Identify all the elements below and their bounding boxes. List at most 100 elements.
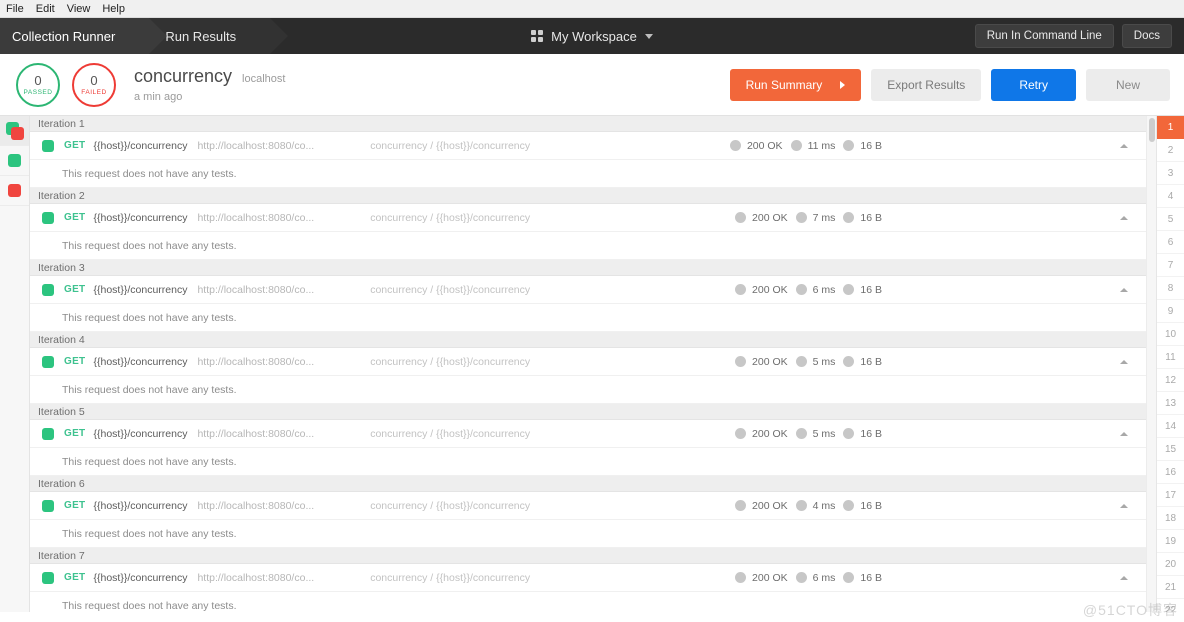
iteration-index-item[interactable]: 8 bbox=[1157, 277, 1184, 300]
request-row[interactable]: GET {{host}}/concurrency http://localhost:… bbox=[30, 348, 1146, 376]
request-method: GET bbox=[64, 212, 86, 223]
request-url: http://localhost:8080/co... bbox=[197, 571, 315, 584]
iteration-index-item[interactable]: 14 bbox=[1157, 415, 1184, 438]
time-dot-icon bbox=[795, 572, 807, 583]
iteration-index-item[interactable]: 3 bbox=[1157, 162, 1184, 185]
iteration-index-item[interactable]: 17 bbox=[1157, 484, 1184, 507]
request-url: http://localhost:8080/co... bbox=[197, 355, 315, 368]
new-button[interactable]: New bbox=[1085, 68, 1170, 101]
iteration-index-item[interactable]: 2 bbox=[1157, 139, 1184, 162]
iteration-index-item[interactable]: 5 bbox=[1157, 208, 1184, 231]
size-chip: 16 B bbox=[843, 140, 882, 152]
chevron-up-icon[interactable] bbox=[1120, 215, 1128, 220]
status-square-icon bbox=[42, 139, 54, 152]
retry-button[interactable]: Retry bbox=[991, 68, 1076, 101]
request-row[interactable]: GET {{host}}/concurrency http://localhost:… bbox=[30, 492, 1146, 520]
request-row[interactable]: GET {{host}}/concurrency http://localhost:… bbox=[30, 276, 1146, 304]
request-row[interactable]: GET {{host}}/concurrency http://localhost:… bbox=[30, 132, 1146, 160]
failed-label: FAILED bbox=[81, 88, 107, 96]
iteration-index-item[interactable]: 15 bbox=[1157, 438, 1184, 461]
iteration-index-item[interactable]: 18 bbox=[1157, 507, 1184, 530]
tab-run-results-label: Run Results bbox=[165, 28, 237, 44]
response-status: 200 OK bbox=[752, 427, 788, 440]
request-row[interactable]: GET {{host}}/concurrency http://localhost:… bbox=[30, 564, 1146, 592]
filter-rail bbox=[0, 116, 30, 612]
scrollbar-thumb[interactable] bbox=[1149, 118, 1155, 142]
time-chip: 5 ms bbox=[795, 356, 835, 368]
green-square-icon bbox=[8, 154, 21, 167]
iteration-index-item[interactable]: 20 bbox=[1157, 553, 1184, 576]
chevron-up-icon[interactable] bbox=[1120, 143, 1128, 148]
results-scrollbar[interactable] bbox=[1146, 116, 1156, 612]
menu-file[interactable]: File bbox=[6, 0, 24, 18]
request-row[interactable]: GET {{host}}/concurrency http://localhost:… bbox=[30, 420, 1146, 448]
size-dot-icon bbox=[843, 500, 855, 511]
request-row[interactable]: GET {{host}}/concurrency http://localhost:… bbox=[30, 204, 1146, 232]
menu-help[interactable]: Help bbox=[102, 0, 125, 18]
response-time: 4 ms bbox=[812, 499, 836, 512]
iteration-header: Iteration 1 bbox=[30, 116, 1146, 132]
time-chip: 4 ms bbox=[795, 499, 836, 512]
request-path: concurrency / {{host}}/concurrency bbox=[370, 211, 531, 224]
status-square-icon bbox=[42, 283, 54, 296]
iteration-index-item[interactable]: 13 bbox=[1157, 392, 1184, 415]
menu-edit[interactable]: Edit bbox=[36, 0, 55, 18]
filter-all[interactable] bbox=[0, 116, 29, 146]
stacked-squares-icon bbox=[5, 121, 24, 140]
tab-collection-runner[interactable]: Collection Runner bbox=[0, 18, 168, 54]
iteration-index-item[interactable]: 16 bbox=[1157, 461, 1184, 484]
iteration-index-item[interactable]: 19 bbox=[1157, 530, 1184, 553]
status-chip: 200 OK bbox=[729, 140, 783, 152]
size-dot-icon bbox=[843, 284, 855, 295]
passed-count: 0 bbox=[34, 72, 42, 88]
iteration-header: Iteration 5 bbox=[30, 404, 1146, 420]
request-meta: 200 OK 11 ms 16 B bbox=[729, 140, 1146, 152]
menu-view[interactable]: View bbox=[67, 0, 91, 18]
iteration-index-item[interactable]: 22 bbox=[1157, 599, 1184, 613]
iteration-index-item[interactable]: 9 bbox=[1157, 300, 1184, 323]
response-size: 16 B bbox=[860, 427, 882, 440]
iteration-index-item[interactable]: 21 bbox=[1157, 576, 1184, 599]
app-root: File Edit View Help Collection Runner Ru… bbox=[0, 0, 1184, 622]
chevron-up-icon[interactable] bbox=[1120, 287, 1128, 292]
header-actions: Run In Command Line Docs bbox=[974, 18, 1184, 54]
status-dot-icon bbox=[735, 428, 747, 439]
tab-run-results[interactable]: Run Results bbox=[149, 18, 288, 54]
size-chip: 16 B bbox=[843, 356, 882, 368]
chevron-up-icon[interactable] bbox=[1120, 431, 1128, 436]
docs-button[interactable]: Docs bbox=[1121, 24, 1172, 48]
failed-donut: 0 FAILED bbox=[72, 62, 116, 107]
run-in-command-line-button[interactable]: Run In Command Line bbox=[974, 24, 1114, 48]
response-size: 16 B bbox=[860, 283, 882, 296]
request-meta: 200 OK 6 ms 16 B bbox=[735, 572, 1146, 584]
response-size: 16 B bbox=[860, 571, 882, 584]
header-tabs: Collection Runner Run Results bbox=[0, 18, 288, 54]
size-dot-icon bbox=[843, 212, 855, 223]
chevron-up-icon[interactable] bbox=[1120, 575, 1128, 580]
response-size: 16 B bbox=[860, 211, 882, 224]
size-chip: 16 B bbox=[843, 500, 882, 512]
time-chip: 5 ms bbox=[795, 428, 835, 440]
failed-count: 0 bbox=[90, 72, 98, 88]
iteration-index-item[interactable]: 4 bbox=[1157, 185, 1184, 208]
filter-passed[interactable] bbox=[0, 146, 29, 176]
response-status: 200 OK bbox=[752, 355, 788, 368]
iteration-index-item[interactable]: 10 bbox=[1157, 323, 1184, 346]
iteration-index-item[interactable]: 11 bbox=[1157, 346, 1184, 369]
passed-label: PASSED bbox=[23, 88, 53, 96]
iteration-index-item[interactable]: 1 bbox=[1157, 116, 1184, 139]
export-results-button[interactable]: Export Results bbox=[871, 68, 982, 101]
request-path: concurrency / {{host}}/concurrency bbox=[370, 499, 531, 512]
run-summary-button[interactable]: Run Summary bbox=[729, 68, 862, 101]
time-chip: 7 ms bbox=[795, 212, 835, 224]
iteration-index-item[interactable]: 6 bbox=[1157, 231, 1184, 254]
status-square-icon bbox=[42, 427, 54, 440]
iteration-index-item[interactable]: 12 bbox=[1157, 369, 1184, 392]
iteration-index-item[interactable]: 7 bbox=[1157, 254, 1184, 277]
status-dot-icon bbox=[735, 356, 747, 367]
response-time: 6 ms bbox=[812, 571, 836, 584]
chevron-up-icon[interactable] bbox=[1120, 503, 1128, 508]
chevron-up-icon[interactable] bbox=[1120, 359, 1128, 364]
filter-failed[interactable] bbox=[0, 176, 29, 206]
no-tests-message: This request does not have any tests. bbox=[30, 304, 1146, 332]
